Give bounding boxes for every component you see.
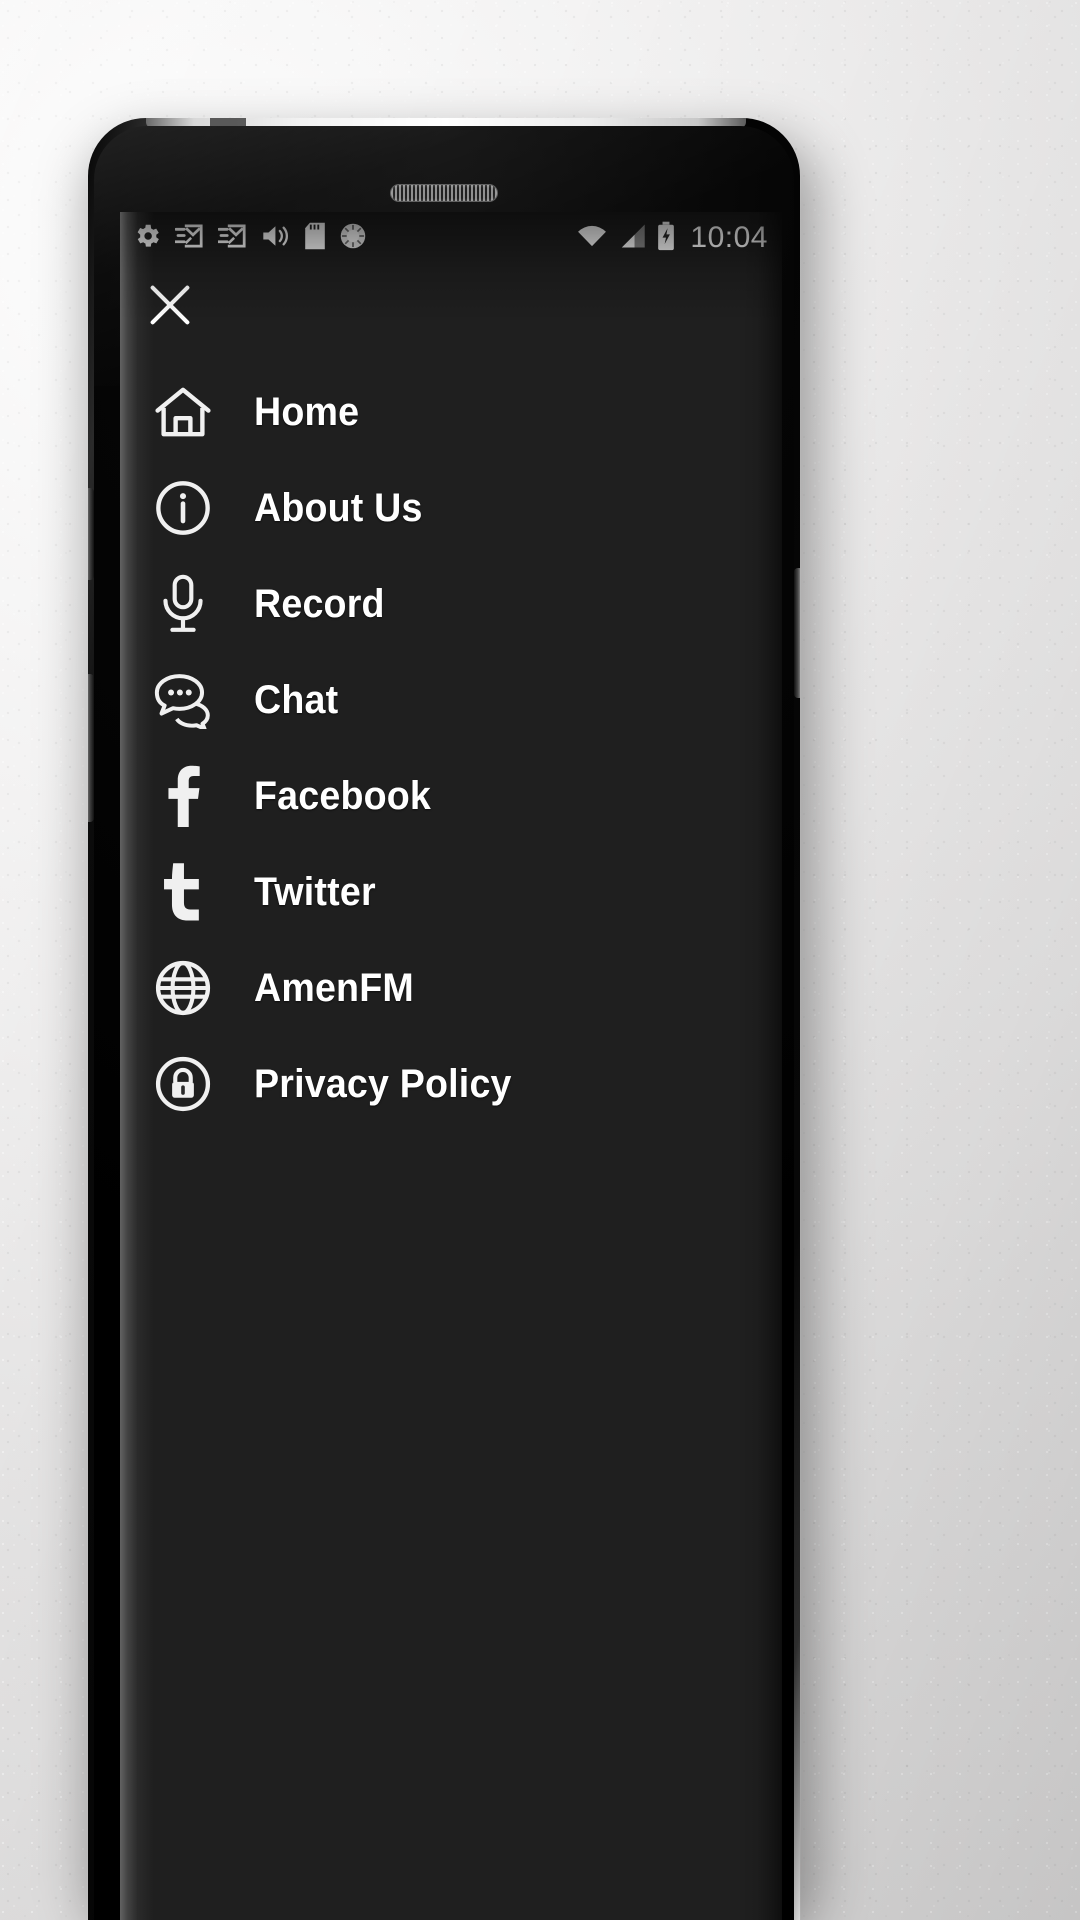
menu-item-label: Chat — [254, 677, 339, 722]
wifi-icon — [576, 223, 608, 254]
drawer-header — [120, 264, 782, 350]
phone-glass: 10:04 Home About Us Record Chat Facebook… — [94, 126, 794, 1920]
menu-item-home[interactable]: Home — [120, 364, 782, 460]
menu-item-record[interactable]: Record — [120, 556, 782, 652]
status-bar: 10:04 — [120, 212, 782, 264]
menu-item-label: AmenFM — [254, 965, 414, 1010]
menu-item-label: About Us — [254, 485, 423, 530]
phone-screen: 10:04 Home About Us Record Chat Facebook… — [120, 212, 782, 1920]
menu-item-label: Privacy Policy — [254, 1061, 512, 1106]
sd-card-icon — [304, 222, 326, 255]
settings-gear-icon — [132, 221, 162, 256]
lock-circle-icon — [146, 1055, 220, 1113]
menu-item-label: Record — [254, 581, 385, 626]
globe-icon — [146, 959, 220, 1017]
mail-send-icon-1 — [173, 222, 205, 255]
navigation-drawer: Home About Us Record Chat Facebook Twitt… — [120, 264, 782, 1132]
menu-item-label: Facebook — [254, 773, 432, 818]
menu-item-facebook[interactable]: Facebook — [120, 748, 782, 844]
info-circle-icon — [146, 479, 220, 537]
menu-item-label: Twitter — [254, 869, 376, 914]
mail-send-icon-2 — [216, 222, 248, 255]
chat-bubbles-icon — [146, 671, 220, 729]
volume-speaker-icon — [261, 223, 291, 254]
microphone-icon — [146, 574, 220, 634]
facebook-icon — [146, 765, 220, 827]
cellular-signal-icon — [618, 223, 646, 254]
menu-item-label: Home — [254, 389, 360, 434]
drawer-menu-list: Home About Us Record Chat Facebook Twitt… — [120, 364, 782, 1132]
status-bar-right-icons: 10:04 — [576, 221, 768, 256]
status-bar-left-icons — [132, 221, 367, 256]
battery-charging-icon — [656, 221, 676, 256]
menu-item-about-us[interactable]: About Us — [120, 460, 782, 556]
status-bar-clock: 10:04 — [690, 221, 768, 254]
earpiece-speaker — [390, 184, 498, 202]
close-icon[interactable] — [144, 279, 196, 336]
menu-item-chat[interactable]: Chat — [120, 652, 782, 748]
loading-spinner-icon — [339, 222, 367, 255]
menu-item-privacy-policy[interactable]: Privacy Policy — [120, 1036, 782, 1132]
twitter-icon — [146, 862, 220, 922]
home-icon — [146, 383, 220, 441]
menu-item-amenfm[interactable]: AmenFM — [120, 940, 782, 1036]
phone-frame: 10:04 Home About Us Record Chat Facebook… — [88, 118, 800, 1920]
power-button[interactable] — [794, 568, 800, 698]
scene: 10:04 Home About Us Record Chat Facebook… — [0, 0, 1080, 1920]
menu-item-twitter[interactable]: Twitter — [120, 844, 782, 940]
